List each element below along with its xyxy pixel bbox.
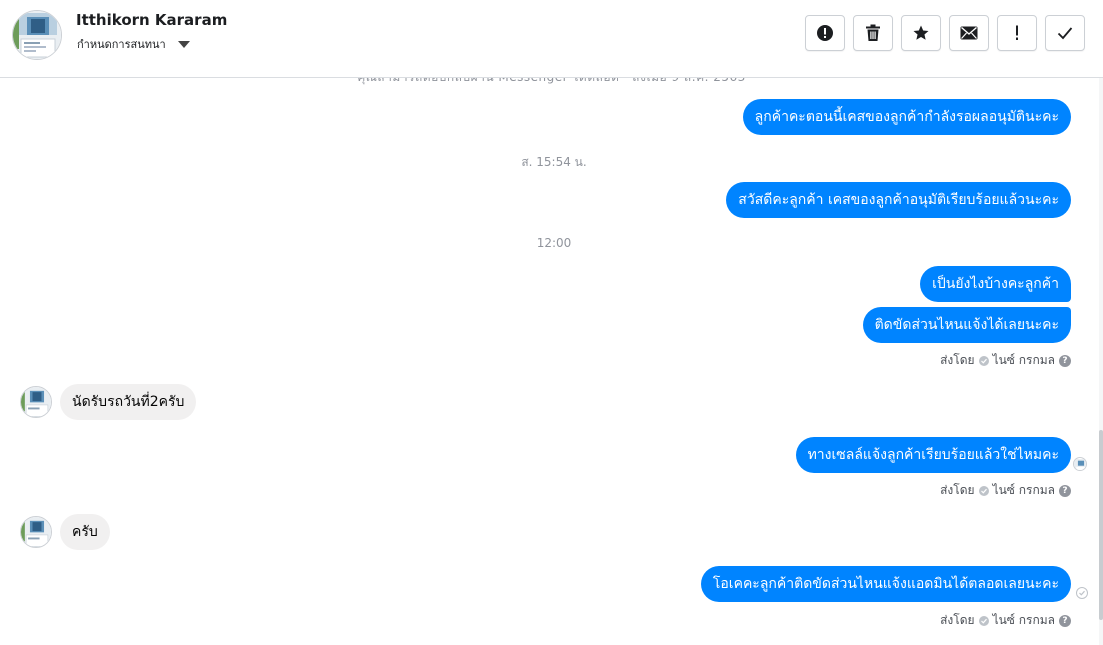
message-thread[interactable]: คุณสามารถตอบกลับผ่าน Messenger ได้ตลอด ·… <box>0 78 1103 645</box>
message-row: โอเคคะลูกค้าติดขัดส่วนไหนแจ้งแอดมินได้ตล… <box>700 566 1071 602</box>
conversation-settings-dropdown[interactable]: กำหนดการสนทนา <box>77 35 190 53</box>
delivered-check-icon <box>1076 587 1088 599</box>
incoming-message[interactable]: ครับ <box>60 514 110 550</box>
message-row: นัดรับรถวันที่2ครับ <box>20 384 197 420</box>
caret-down-icon <box>177 41 190 48</box>
star-icon <box>913 25 929 40</box>
sent-by-label: ส่งโดย <box>940 353 975 367</box>
sent-by-info: ส่งโดย ไนซ์ กรกมล ? <box>940 611 1071 630</box>
outgoing-message[interactable]: ติดขัดส่วนไหนแจ้งได้เลยนะคะ <box>862 307 1071 343</box>
message-row: ทางเซลล์แจ้งลูกค้าเรียบร้อยแล้วใช่ไหมคะ <box>795 437 1071 473</box>
exclamation-icon <box>1016 25 1018 40</box>
outgoing-message[interactable]: ทางเซลล์แจ้งลูกค้าเรียบร้อยแล้วใช่ไหมคะ <box>795 437 1071 473</box>
mark-unread-button[interactable] <box>949 15 989 51</box>
message-row: ลูกค้าคะตอนนี้เคสของลูกค้ากำลังรอผลอนุมั… <box>742 99 1071 135</box>
sender-name: ไนซ์ กรกมล <box>992 483 1055 497</box>
avatar <box>20 516 52 548</box>
mark-done-button[interactable] <box>1045 15 1085 51</box>
sent-check-icon <box>978 615 989 626</box>
thread-info-text: คุณสามารถตอบกลับผ่าน Messenger ได้ตลอด ·… <box>0 78 1103 87</box>
contact-name[interactable]: Itthikorn Kararam <box>76 11 227 29</box>
outgoing-message[interactable]: สวัสดีคะลูกค้า เคสของลูกค้าอนุมัติเรียบร… <box>726 182 1071 218</box>
sent-by-label: ส่งโดย <box>940 613 975 627</box>
alert-circle-icon <box>817 25 833 41</box>
read-receipt-avatar <box>1073 457 1087 471</box>
sent-by-label: ส่งโดย <box>940 483 975 497</box>
sent-check-icon <box>978 355 989 366</box>
help-icon[interactable]: ? <box>1059 614 1071 627</box>
avatar <box>20 386 52 418</box>
sent-by-info: ส่งโดย ไนซ์ กรกมล ? <box>940 481 1071 500</box>
sent-check-icon <box>978 485 989 496</box>
outgoing-message[interactable]: ลูกค้าคะตอนนี้เคสของลูกค้ากำลังรอผลอนุมั… <box>742 99 1071 135</box>
check-icon <box>1057 27 1073 40</box>
toolbar <box>805 15 1085 51</box>
delete-button[interactable] <box>853 15 893 51</box>
message-row: ครับ <box>20 514 110 550</box>
conversation-header: Itthikorn Kararam กำหนดการสนทนา <box>0 0 1103 78</box>
timestamp: 12:00 <box>536 236 572 250</box>
conversation-settings-label: กำหนดการสนทนา <box>77 38 166 51</box>
message-row: ติดขัดส่วนไหนแจ้งได้เลยนะคะ <box>862 307 1071 343</box>
star-button[interactable] <box>901 15 941 51</box>
message-row: เป็นยังไงบ้างคะลูกค้า <box>920 266 1071 302</box>
incoming-message[interactable]: นัดรับรถวันที่2ครับ <box>60 384 197 420</box>
sender-name: ไนซ์ กรกมล <box>992 613 1055 627</box>
help-icon[interactable]: ? <box>1059 354 1071 367</box>
avatar[interactable] <box>12 10 62 60</box>
trash-icon <box>866 24 880 41</box>
message-row: สวัสดีคะลูกค้า เคสของลูกค้าอนุมัติเรียบร… <box>726 182 1071 218</box>
sent-by-info: ส่งโดย ไนซ์ กรกมล ? <box>940 351 1071 370</box>
timestamp: ส. 15:54 น. <box>521 155 587 169</box>
outgoing-message[interactable]: เป็นยังไงบ้างคะลูกค้า <box>920 266 1071 302</box>
outgoing-message[interactable]: โอเคคะลูกค้าติดขัดส่วนไหนแจ้งแอดมินได้ตล… <box>700 566 1071 602</box>
sender-name: ไนซ์ กรกมล <box>992 353 1055 367</box>
follow-up-button[interactable] <box>997 15 1037 51</box>
help-icon[interactable]: ? <box>1059 484 1071 497</box>
envelope-icon <box>960 26 978 40</box>
mark-spam-button[interactable] <box>805 15 845 51</box>
scrollbar-thumb[interactable] <box>1099 430 1103 620</box>
